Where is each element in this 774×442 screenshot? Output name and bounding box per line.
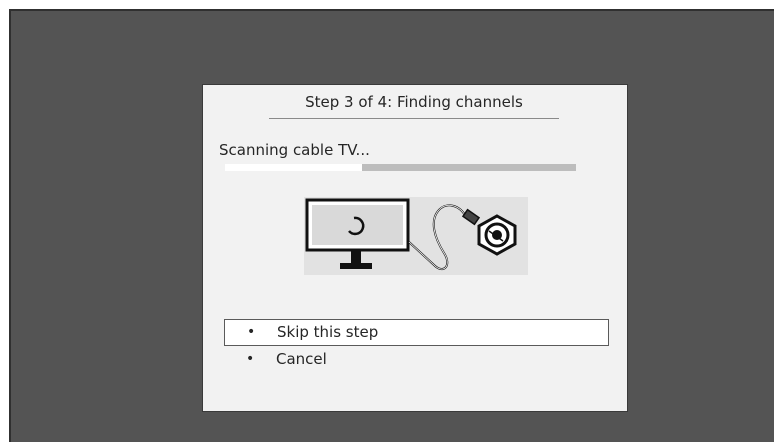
menu-item-label: Cancel	[276, 350, 327, 368]
menu-item-skip-this-step[interactable]: • Skip this step	[224, 319, 609, 346]
tv-cable-illustration	[304, 197, 528, 275]
tv-cable-svg	[305, 198, 517, 271]
scan-progress-fill	[225, 164, 362, 171]
channel-scan-dialog: Step 3 of 4: Finding channels Scanning c…	[202, 84, 628, 412]
tv-screen: Step 3 of 4: Finding channels Scanning c…	[9, 9, 774, 442]
bullet-icon: •	[247, 324, 256, 340]
bullet-icon: •	[246, 351, 255, 367]
menu-item-cancel[interactable]: • Cancel	[224, 346, 609, 373]
dialog-menu: • Skip this step • Cancel	[224, 319, 609, 373]
menu-item-label: Skip this step	[277, 323, 379, 341]
tv-with-spinner-icon	[305, 198, 410, 269]
scan-progress-bar	[225, 164, 576, 171]
scan-status-text: Scanning cable TV...	[219, 141, 370, 159]
dialog-title: Step 3 of 4: Finding channels	[269, 93, 559, 119]
coax-cable-icon	[408, 204, 517, 271]
